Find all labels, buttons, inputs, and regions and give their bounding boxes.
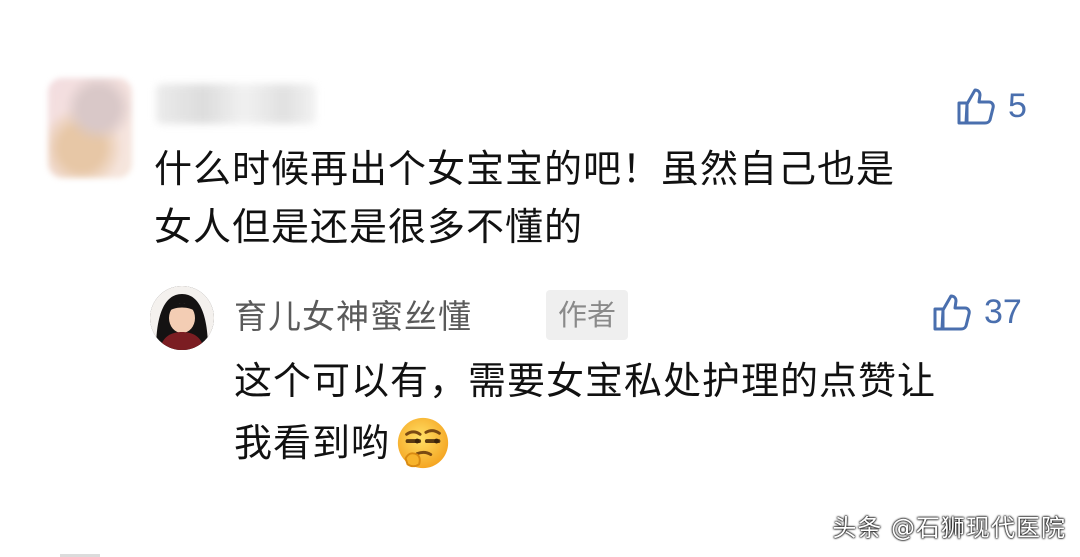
smirk-emoji-icon: [394, 414, 452, 472]
comment-like-button[interactable]: 5: [956, 86, 1027, 126]
commenter-name-blurred[interactable]: [156, 84, 316, 124]
comment-line: 女人但是还是很多不懂的: [154, 205, 584, 249]
reply-line: 这个可以有，需要女宝私处护理的点赞让: [234, 359, 937, 403]
comment-line: 什么时候再出个女宝宝的吧！虽然自己也是: [154, 147, 896, 191]
author-username[interactable]: 育儿女神蜜丝懂: [234, 290, 472, 338]
reply-line: 我看到哟: [234, 421, 391, 465]
author-avatar-image: [150, 286, 214, 350]
author-avatar[interactable]: [150, 286, 214, 350]
reply-like-count: 37: [984, 292, 1022, 331]
comment-like-count: 5: [1008, 86, 1027, 125]
thumbs-up-icon: [957, 88, 995, 125]
author-badge: 作者: [546, 290, 629, 340]
commenter-avatar[interactable]: [48, 78, 132, 178]
watermark: 头条 @石狮现代医院: [832, 514, 1066, 542]
reply-body: 这个可以有，需要女宝私处护理的点赞让 我看到哟: [234, 350, 936, 474]
thumbs-up-icon: [933, 294, 971, 331]
comment-body: 什么时候再出个女宝宝的吧！虽然自己也是 女人但是还是很多不懂的: [154, 140, 895, 256]
reply-like-button[interactable]: 37: [932, 292, 1022, 332]
